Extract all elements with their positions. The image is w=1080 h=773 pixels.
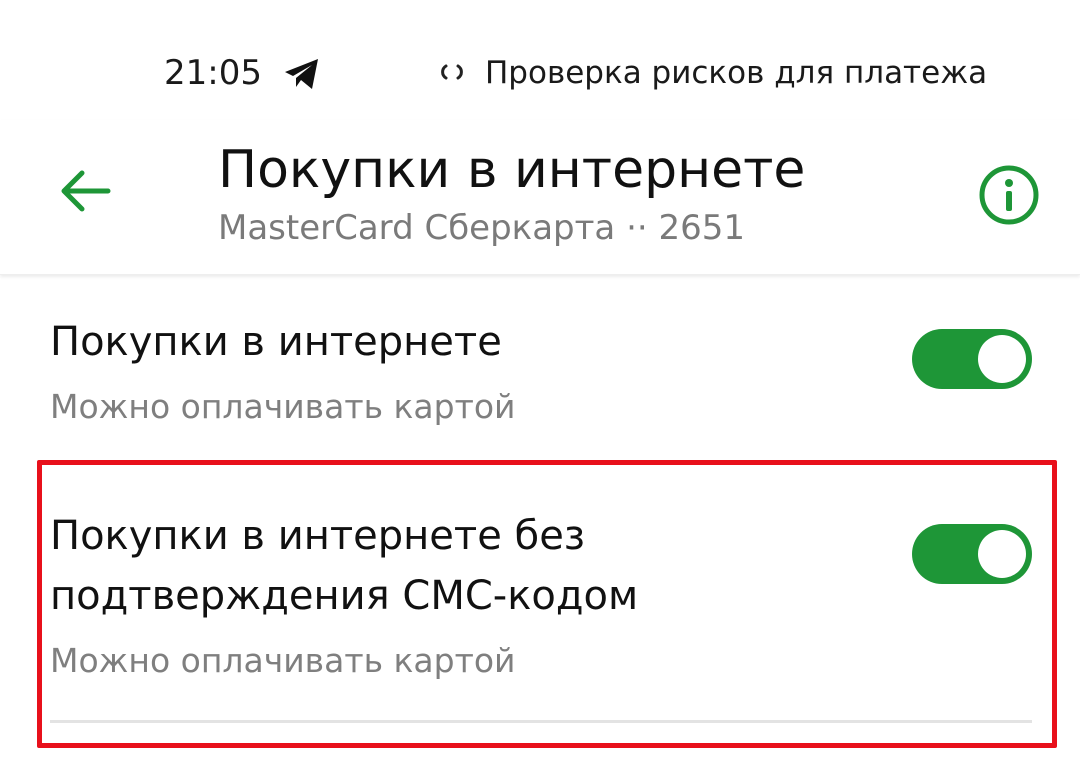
setting-subtitle: Можно оплачивать картой <box>50 387 516 426</box>
toggle-knob <box>978 335 1026 383</box>
setting-title: Покупки в интернете без подтверждения СМ… <box>50 513 639 619</box>
divider <box>50 720 1032 723</box>
online-purchases-toggle[interactable] <box>912 329 1032 389</box>
info-icon <box>979 165 1039 225</box>
back-button[interactable] <box>44 156 124 226</box>
setting-title: Покупки в интернете <box>50 319 502 365</box>
app-header: Покупки в интернете MasterCard Сберкарта… <box>0 120 1080 275</box>
status-time: 21:05 <box>164 53 262 93</box>
screen: 21:05 Проверка рисков для платежа Покупк… <box>0 0 1080 773</box>
card-subtitle: MasterCard Сберкарта ·· 2651 <box>218 208 746 248</box>
setting-row-online-purchases: Покупки в интернете Можно оплачивать кар… <box>0 300 1080 450</box>
status-activity-text: Проверка рисков для платежа <box>485 55 988 91</box>
toggle-knob <box>978 530 1026 578</box>
setting-row-no-sms-confirmation: Покупки в интернете без подтверждения СМ… <box>0 470 1080 720</box>
setting-subtitle: Можно оплачивать картой <box>50 641 516 680</box>
arrow-left-icon <box>61 170 111 212</box>
status-bar: 21:05 Проверка рисков для платежа <box>0 0 1080 140</box>
telegram-icon <box>282 56 322 92</box>
no-sms-confirmation-toggle[interactable] <box>912 524 1032 584</box>
loading-icon <box>440 60 464 84</box>
page-title: Покупки в интернете <box>218 140 806 200</box>
info-button[interactable] <box>974 160 1044 230</box>
